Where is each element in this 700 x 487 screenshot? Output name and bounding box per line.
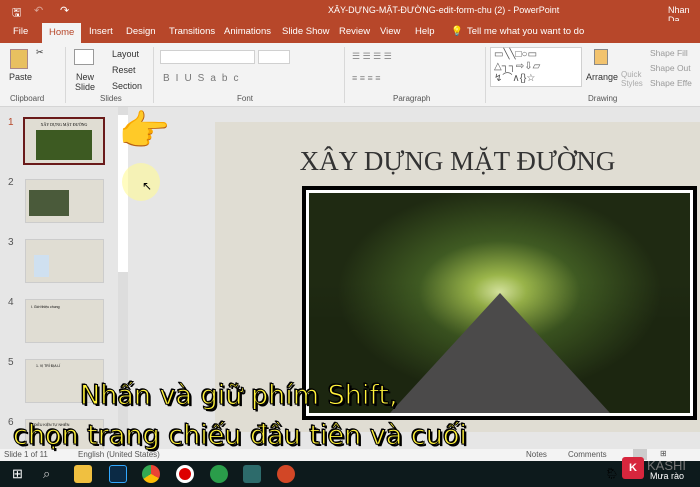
slide-thumbnail-2[interactable] — [25, 179, 104, 223]
group-font: Font — [237, 94, 254, 103]
slide-count: Slide 1 of 11 — [4, 450, 48, 459]
editor-icon[interactable] — [243, 465, 261, 483]
taskbar: ⊞ ⌕ 🌦 K KASHI Mưa rào — [0, 457, 700, 487]
cursor-highlight — [122, 163, 160, 201]
title-bar: 🖫 ↶ ↷ XÂY-DỰNG-MẶT-ĐƯỜNG-edit-form-chu (… — [0, 0, 700, 25]
file-explorer-icon[interactable] — [74, 465, 92, 483]
thumbnail-title: I. Giới thiệu chung — [31, 305, 60, 309]
powerpoint-icon[interactable] — [277, 465, 295, 483]
tab-help[interactable]: Help — [415, 26, 435, 37]
tell-me-search[interactable]: Tell me what you want to do — [467, 26, 584, 37]
search-icon[interactable]: ⌕ — [43, 466, 50, 482]
kashi-logo: K — [622, 457, 644, 479]
slide-number: 3 — [8, 237, 14, 248]
slide-number: 5 — [8, 357, 14, 368]
reset-button[interactable]: Reset — [112, 65, 136, 75]
slide-thumbnail-3[interactable] — [25, 239, 104, 283]
shape-effects-button[interactable]: Shape Effe — [650, 78, 692, 88]
tab-animations[interactable]: Animations — [224, 26, 271, 37]
window-title: XÂY-DỰNG-MẶT-ĐƯỜNG-edit-form-chu (2) - P… — [328, 5, 560, 15]
subtitle-line-1: Nhấn và giữ phím Shift, — [80, 380, 399, 412]
slide-thumbnail-4[interactable]: I. Giới thiệu chung — [25, 299, 104, 343]
recorder-icon[interactable] — [176, 465, 194, 483]
section-button[interactable]: Section — [112, 81, 142, 91]
slide-number: 1 — [8, 117, 14, 128]
layout-button[interactable]: Layout — [112, 49, 139, 59]
language[interactable]: English (United States) — [78, 450, 160, 459]
thumbnail-title: 1. VỊ TRÍ ĐỊA LÍ — [36, 364, 61, 368]
arrange-button[interactable]: Arrange — [586, 72, 618, 82]
paste-icon[interactable] — [10, 49, 28, 69]
new-slide-icon[interactable] — [74, 49, 94, 65]
redo-icon[interactable]: ↷ — [60, 4, 69, 17]
font-size-dropdown[interactable] — [258, 50, 290, 64]
ribbon-tabs: File Home Insert Design Transitions Anim… — [0, 21, 700, 43]
shape-outline-button[interactable]: Shape Out — [650, 63, 691, 73]
tab-insert[interactable]: Insert — [89, 26, 113, 37]
quick-styles-button[interactable]: Quick Styles — [621, 70, 645, 88]
undo-icon[interactable]: ↶ — [34, 4, 43, 17]
cut-icon[interactable]: ✂ — [36, 47, 44, 58]
windows-start-icon[interactable]: ⊞ — [12, 466, 23, 482]
thumbnail-image — [36, 130, 92, 160]
list-buttons[interactable]: ☰ ☰ ☰ ☰ — [352, 51, 392, 62]
slide-number: 2 — [8, 177, 14, 188]
group-clipboard: Clipboard — [10, 94, 45, 103]
tab-transitions[interactable]: Transitions — [169, 26, 215, 37]
photoshop-icon[interactable] — [109, 465, 127, 483]
font-name-dropdown[interactable] — [160, 50, 255, 64]
app-icon[interactable] — [210, 465, 228, 483]
tab-view[interactable]: View — [380, 26, 400, 37]
weather-text: Mưa rào — [650, 471, 685, 481]
group-drawing: Drawing — [588, 94, 618, 103]
new-slide-button[interactable]: New Slide — [70, 72, 100, 92]
tab-home[interactable]: Home — [42, 23, 82, 43]
paste-button[interactable]: Paste — [9, 72, 32, 82]
align-buttons[interactable]: ≡ ≡ ≡ ≡ — [352, 73, 381, 83]
slide-number: 4 — [8, 297, 14, 308]
weather-icon: 🌦 — [605, 468, 619, 480]
slide-thumbnail-1[interactable]: XÂY DỰNG MẶT ĐƯỜNG — [23, 117, 105, 165]
subtitle-line-2: chọn trang chiếu đầu tiên và cuối — [13, 420, 468, 452]
pointing-hand-icon: 👉 — [118, 107, 171, 154]
thumbnail-title: XÂY DỰNG MẶT ĐƯỜNG — [40, 122, 88, 127]
group-paragraph: Paragraph — [393, 94, 431, 103]
arrange-icon[interactable] — [594, 49, 608, 65]
shapes-gallery[interactable]: ▭╲╲□○▭ △┐┐⇨⇩▱ ↯⌒∧{}☆ — [490, 47, 582, 87]
shape-fill-button[interactable]: Shape Fill — [650, 48, 688, 58]
mouse-cursor-icon: ↖ — [142, 179, 153, 193]
tab-file[interactable]: File — [13, 26, 28, 37]
group-slides: Slides — [100, 94, 122, 103]
ribbon: Paste ✂ Clipboard New Slide Layout Reset… — [0, 43, 700, 107]
tab-design[interactable]: Design — [126, 26, 156, 37]
tab-slide-show[interactable]: Slide Show — [282, 26, 330, 37]
tab-review[interactable]: Review — [339, 26, 370, 37]
notes-button[interactable]: Notes — [526, 450, 547, 459]
slide-sorter-icon[interactable]: ⊞ — [660, 449, 667, 458]
comments-button[interactable]: Comments — [568, 450, 607, 459]
slide-title[interactable]: XÂY DỰNG MẶT ĐƯỜNG — [215, 146, 700, 177]
lightbulb-icon: 💡 — [451, 26, 463, 37]
chrome-icon[interactable] — [142, 465, 160, 483]
font-format-buttons[interactable]: BIUSabc — [163, 73, 244, 84]
